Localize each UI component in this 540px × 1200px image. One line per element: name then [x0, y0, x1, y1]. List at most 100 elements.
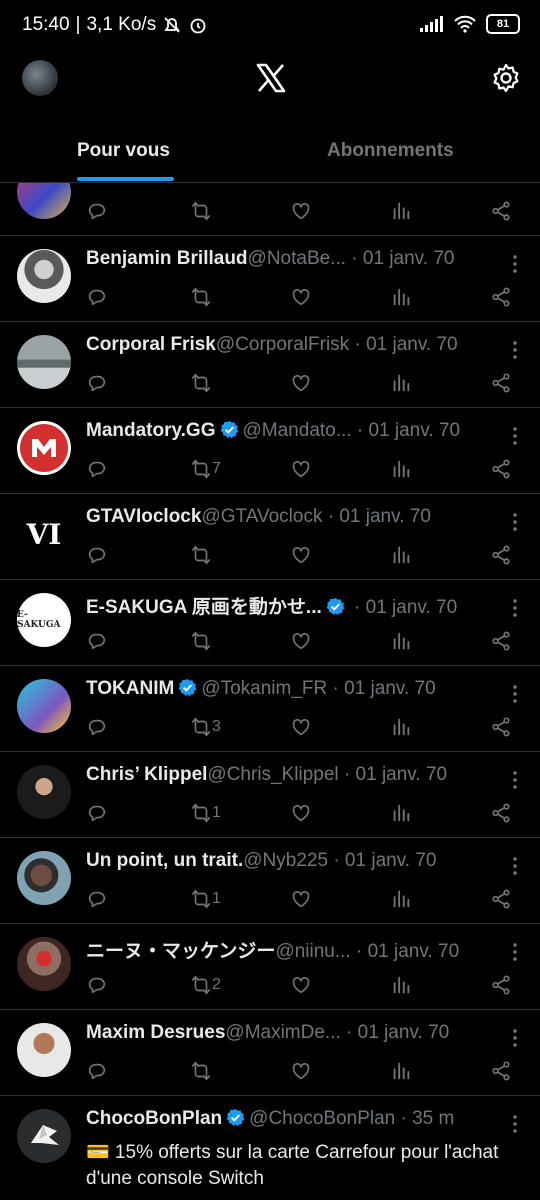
avatar[interactable]: [17, 249, 71, 303]
retweet-button[interactable]: [190, 284, 212, 310]
avatar[interactable]: [17, 765, 71, 819]
more-options-icon[interactable]: [512, 684, 518, 704]
author-name[interactable]: ニーヌ・マッケンジー: [86, 941, 275, 962]
avatar[interactable]: [17, 937, 71, 991]
author-name[interactable]: GTAVIoclock: [86, 506, 201, 527]
like-button[interactable]: [290, 456, 312, 482]
retweet-button[interactable]: 3: [190, 714, 221, 740]
share-button[interactable]: [490, 1058, 512, 1084]
views-button[interactable]: [390, 284, 412, 310]
tweet-date[interactable]: · 01 janv. 70: [346, 248, 454, 269]
avatar[interactable]: [17, 679, 71, 733]
avatar[interactable]: E-SAKUGA: [17, 593, 71, 647]
author-handle[interactable]: @Tokanim_FR: [201, 678, 327, 699]
tweet-date[interactable]: · 35 m: [395, 1108, 454, 1129]
like-button[interactable]: [290, 370, 312, 396]
views-button[interactable]: [390, 456, 412, 482]
author-handle[interactable]: @Nyb225: [243, 850, 328, 871]
reply-button[interactable]: [86, 886, 108, 912]
like-button[interactable]: [290, 714, 312, 740]
author-handle[interactable]: @CorporalFrisk: [216, 334, 349, 355]
views-button[interactable]: [390, 1058, 412, 1084]
author-name[interactable]: Mandatory.GG: [86, 420, 216, 441]
tweet[interactable]: TOKANIM @Tokanim_FR · 01 janv. 70 3: [0, 666, 540, 752]
author-handle[interactable]: @Mandato...: [243, 420, 352, 441]
tweet[interactable]: Un point, un trait.@Nyb225 · 01 janv. 70…: [0, 838, 540, 924]
reply-button[interactable]: [86, 542, 108, 568]
tweet-date[interactable]: · 01 janv. 70: [322, 506, 431, 527]
more-options-icon[interactable]: [512, 856, 518, 876]
like-button[interactable]: [290, 1058, 312, 1084]
more-options-icon[interactable]: [512, 254, 518, 274]
tweet-date[interactable]: · 01 janv. 70: [349, 597, 457, 618]
tweet-date[interactable]: · 01 janv. 70: [339, 764, 447, 785]
profile-avatar[interactable]: [22, 60, 58, 96]
reply-button[interactable]: [86, 456, 108, 482]
gear-icon[interactable]: [490, 62, 522, 94]
author-name[interactable]: E-SAKUGA 原画を動かせ...: [86, 597, 322, 618]
avatar[interactable]: [17, 1109, 71, 1163]
tab-abonnements[interactable]: Abonnements: [327, 140, 454, 162]
tweet[interactable]: Benjamin Brillaud@NotaBe... · 01 janv. 7…: [0, 236, 540, 322]
more-options-icon[interactable]: [512, 770, 518, 790]
avatar[interactable]: [17, 851, 71, 905]
author-handle[interactable]: @ChocoBonPlan: [249, 1108, 395, 1129]
views-button[interactable]: [390, 628, 412, 654]
more-options-icon[interactable]: [512, 426, 518, 446]
retweet-button[interactable]: [190, 370, 212, 396]
share-button[interactable]: [490, 972, 512, 998]
tweet-chocobonplan[interactable]: ChocoBonPlan @ChocoBonPlan · 35 m 💳 15% o…: [0, 1096, 540, 1200]
share-button[interactable]: [490, 370, 512, 396]
author-handle[interactable]: @GTAVoclock: [201, 506, 322, 527]
share-button[interactable]: [490, 284, 512, 310]
author-handle[interactable]: @NotaBe...: [248, 248, 347, 269]
tweet-date[interactable]: · 01 janv. 70: [352, 420, 460, 441]
share-button[interactable]: [490, 542, 512, 568]
share-button[interactable]: [490, 800, 512, 826]
views-button[interactable]: [390, 886, 412, 912]
retweet-button[interactable]: [190, 628, 212, 654]
author-handle[interactable]: @niinu...: [275, 941, 350, 962]
tweet-date[interactable]: · 01 janv. 70: [341, 1022, 449, 1043]
reply-button[interactable]: [86, 800, 108, 826]
author-name[interactable]: Corporal Frisk: [86, 334, 216, 355]
retweet-button[interactable]: [190, 198, 212, 224]
reply-button[interactable]: [86, 284, 108, 310]
views-button[interactable]: [390, 370, 412, 396]
retweet-button[interactable]: 2: [190, 972, 221, 998]
reply-button[interactable]: [86, 1058, 108, 1084]
share-button[interactable]: [490, 714, 512, 740]
share-button[interactable]: [490, 886, 512, 912]
tab-pour-vous[interactable]: Pour vous: [77, 140, 170, 162]
author-name[interactable]: Maxim Desrues: [86, 1022, 225, 1043]
reply-button[interactable]: [86, 628, 108, 654]
author-handle[interactable]: @Chris_Klippel: [207, 764, 338, 785]
more-options-icon[interactable]: [512, 1028, 518, 1048]
tweet[interactable]: Corporal Frisk@CorporalFrisk · 01 janv. …: [0, 322, 540, 408]
reply-button[interactable]: [86, 370, 108, 396]
tweet-date[interactable]: · 01 janv. 70: [349, 334, 457, 355]
like-button[interactable]: [290, 886, 312, 912]
more-options-icon[interactable]: [512, 942, 518, 962]
reply-button[interactable]: [86, 714, 108, 740]
retweet-button[interactable]: 1: [190, 886, 221, 912]
author-name[interactable]: Benjamin Brillaud: [86, 248, 248, 269]
avatar[interactable]: VI: [17, 507, 71, 561]
more-options-icon[interactable]: [512, 340, 518, 360]
views-button[interactable]: [390, 542, 412, 568]
tweet[interactable]: Chris’ Klippel@Chris_Klippel · 01 janv. …: [0, 752, 540, 838]
views-button[interactable]: [390, 198, 412, 224]
views-button[interactable]: [390, 800, 412, 826]
avatar[interactable]: [17, 335, 71, 389]
views-button[interactable]: [390, 972, 412, 998]
more-options-icon[interactable]: [512, 1114, 518, 1134]
like-button[interactable]: [290, 198, 312, 224]
more-options-icon[interactable]: [512, 512, 518, 532]
tweet[interactable]: VI GTAVIoclock@GTAVoclock · 01 janv. 70: [0, 494, 540, 580]
share-button[interactable]: [490, 628, 512, 654]
avatar[interactable]: [17, 421, 71, 475]
share-button[interactable]: [490, 198, 512, 224]
tweet[interactable]: ニーヌ・マッケンジー@niinu... · 01 janv. 70 2: [0, 924, 540, 1010]
author-handle[interactable]: @MaximDe...: [225, 1022, 340, 1043]
author-name[interactable]: ChocoBonPlan: [86, 1108, 222, 1129]
